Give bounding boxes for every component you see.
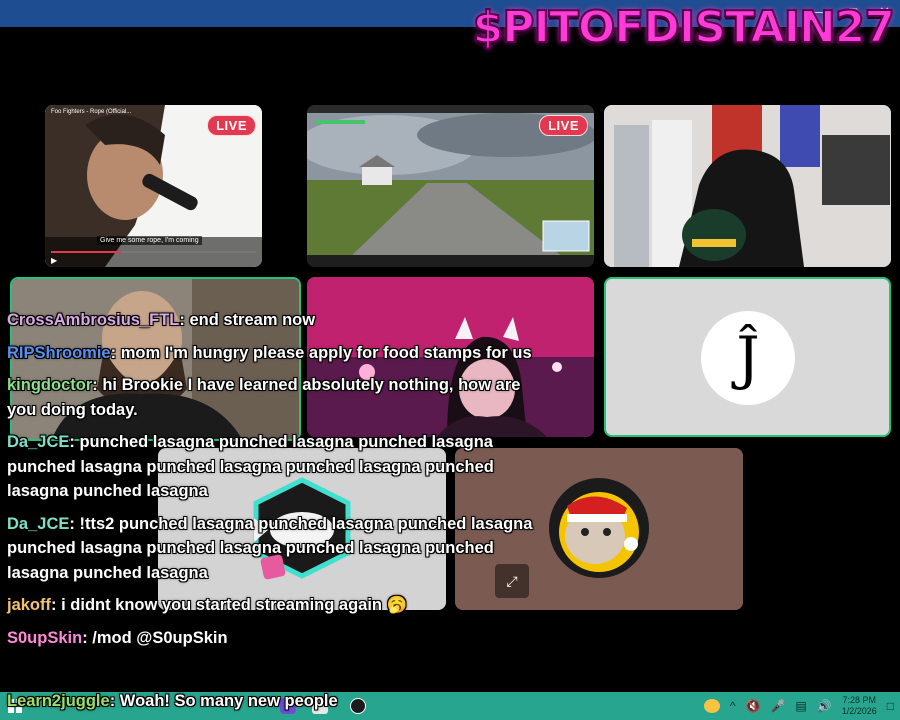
chat-message: Da_JCE: punched lasagna punched lasagna …: [7, 433, 494, 500]
chat-username: Da_JCE: [7, 514, 70, 533]
chat-message: Learn2juggle: Woah! So many new people: [7, 692, 338, 710]
chat-username: Learn2juggle: [7, 692, 110, 710]
network-icon[interactable]: ▤: [795, 699, 806, 713]
chat-message: kingdoctor: hi Brookie I have learned ab…: [7, 376, 521, 419]
chat-text: /mod @S0upSkin: [92, 628, 228, 647]
chat-text: mom I'm hungry please apply for food sta…: [120, 343, 532, 362]
mute-icon[interactable]: 🔇: [746, 699, 761, 713]
chat-message: jakoff: i didnt know you started streami…: [7, 596, 408, 614]
chat-text: punched lasagna punched lasagna punched …: [7, 433, 494, 500]
chat-username: S0upSkin: [7, 628, 83, 647]
chat-text: Woah! So many new people: [119, 692, 338, 710]
chat-message: Da_JCE: !tts2 punched lasagna punched la…: [7, 514, 533, 582]
room-cam-tile[interactable]: [604, 105, 891, 267]
chat-username: RIPShroomie: [7, 343, 111, 362]
system-tray: ^ 🔇 🎤 ▤ 🔊 7:28 PM 1/2/2026 □: [703, 692, 894, 720]
chat-username: CrossAmbrosius_FTL: [7, 311, 180, 329]
microphone-icon[interactable]: 🎤: [770, 699, 785, 713]
chat-text: i didnt know you started streaming again…: [61, 596, 408, 614]
chat-text: !tts2 punched lasagna punched lasagna pu…: [7, 514, 533, 582]
chat-text: end stream now: [189, 311, 316, 329]
chat-message: S0upSkin: /mod @S0upSkin: [7, 628, 228, 647]
chat-message: RIPShroomie: mom I'm hungry please apply…: [7, 343, 532, 362]
chat-username: Da_JCE: [7, 433, 70, 451]
live-badge: LIVE: [539, 115, 588, 136]
chat-overlay: CrossAmbrosius_FTL: end stream now RIPSh…: [7, 308, 547, 658]
chat-username: kingdoctor: [7, 376, 93, 394]
weather-icon[interactable]: [703, 699, 720, 713]
logo-letter: Ĵ: [736, 324, 760, 392]
clock[interactable]: 7:28 PM 1/2/2026: [842, 695, 877, 717]
channel-logo-tile[interactable]: Ĵ: [604, 277, 891, 437]
play-icon[interactable]: ▶: [51, 256, 57, 265]
clock-time: 7:28 PM: [842, 695, 876, 705]
video-title: Foo Fighters - Rope (Official...: [51, 109, 132, 115]
notification-icon[interactable]: □: [887, 699, 894, 713]
chat-username: jakoff: [7, 596, 52, 614]
chevron-up-icon[interactable]: ^: [730, 699, 736, 713]
video-caption: Give me some rope, I'm coming: [97, 236, 202, 245]
street-view-tile[interactable]: LIVE: [307, 105, 594, 267]
volume-icon[interactable]: 🔊: [817, 699, 832, 713]
room-cam-frame: [604, 105, 891, 267]
channel-title-overlay: $PITOFDISTAIN27: [472, 1, 896, 54]
chat-message: CrossAmbrosius_FTL: end stream now: [7, 311, 316, 329]
live-badge: LIVE: [207, 115, 256, 136]
clock-date: 1/2/2026: [841, 706, 877, 716]
music-video-tile[interactable]: Foo Fighters - Rope (Official... Give me…: [45, 105, 262, 267]
